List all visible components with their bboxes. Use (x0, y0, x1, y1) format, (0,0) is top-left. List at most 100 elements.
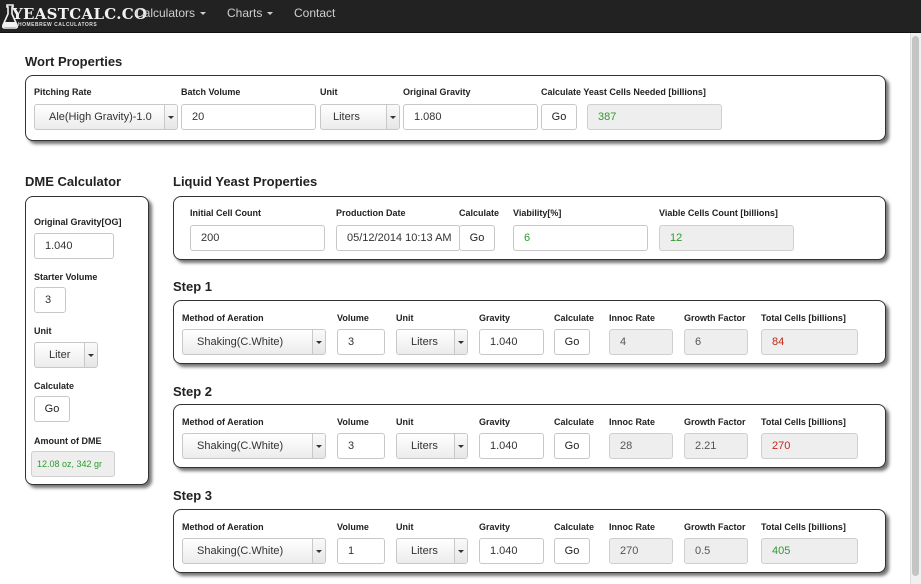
total-cells-output: 270 (761, 433, 858, 459)
gravity-label: Gravity (479, 522, 511, 532)
total-cells-label: Total Cells [billions] (761, 522, 846, 532)
wort-unit-select[interactable]: Liters (320, 104, 400, 130)
chevron-down-icon (454, 330, 467, 354)
dme-og-input[interactable]: 1.040 (34, 233, 114, 259)
unit-value: Liters (411, 545, 438, 557)
innoc-rate-label: Innoc Rate (609, 522, 656, 532)
viability-input[interactable]: 6 (513, 225, 648, 251)
pitching-rate-select[interactable]: Ale(High Gravity)-1.0 (34, 104, 178, 130)
wort-heading: Wort Properties (25, 54, 123, 69)
nav-contact-link[interactable]: Contact (294, 6, 335, 20)
caret-down-icon (267, 12, 274, 16)
total-cells-output: 84 (761, 329, 858, 355)
nav-calculators-dropdown[interactable]: Calculators (135, 6, 207, 20)
viable-cells-output: 12 (659, 225, 794, 251)
nav-contact-label: Contact (294, 6, 336, 20)
wort-unit-label: Unit (320, 87, 338, 97)
volume-input[interactable]: 3 (337, 329, 385, 355)
liquid-yeast-panel: Initial Cell Count 200 Production Date 0… (173, 196, 886, 260)
total-cells-output: 405 (761, 538, 858, 564)
viable-cells-label: Viable Cells Count [billions] (659, 208, 778, 218)
dme-heading: DME Calculator (25, 174, 122, 189)
growth-factor-label: Growth Factor (684, 313, 746, 323)
brand-logo[interactable]: YEASTCALC.CO HOMEBREW CALCULATORS (2, 3, 147, 31)
nav-charts-dropdown[interactable]: Charts (227, 6, 274, 20)
growth-factor-output: 2.21 (684, 433, 748, 459)
total-cells-label: Total Cells [billions] (761, 313, 846, 323)
initial-count-label: Initial Cell Count (190, 208, 261, 218)
wort-panel: Pitching Rate Ale(High Gravity)-1.0 Batc… (25, 75, 886, 141)
calculate-label: Calculate (554, 417, 595, 427)
volume-label: Volume (337, 313, 369, 323)
unit-select[interactable]: Liters (396, 329, 468, 355)
aeration-value: Shaking(C.White) (197, 336, 284, 348)
aeration-label: Method of Aeration (182, 417, 264, 427)
innoc-rate-label: Innoc Rate (609, 313, 656, 323)
volume-input[interactable]: 1 (337, 538, 385, 564)
starter-volume-input[interactable]: 3 (34, 287, 66, 313)
unit-label: Unit (396, 313, 414, 323)
caret-down-icon (200, 12, 207, 16)
step-go-button[interactable]: Go (554, 329, 590, 355)
dme-og-label: Original Gravity[OG] (34, 217, 122, 227)
aeration-select[interactable]: Shaking(C.White) (182, 538, 326, 564)
volume-label: Volume (337, 417, 369, 427)
step-heading: Step 1 (173, 279, 213, 294)
navbar: YEASTCALC.CO HOMEBREW CALCULATORS Calcul… (0, 0, 921, 33)
aeration-value: Shaking(C.White) (197, 440, 284, 452)
innoc-rate-label: Innoc Rate (609, 417, 656, 427)
innoc-rate-output: 4 (609, 329, 673, 355)
scrollbar-thumb[interactable] (912, 36, 919, 576)
growth-factor-label: Growth Factor (684, 417, 746, 427)
dme-panel: Original Gravity[OG] 1.040 Starter Volum… (25, 196, 149, 485)
step-panel: Method of Aeration Shaking(C.White) Volu… (173, 509, 886, 573)
chevron-down-icon (312, 539, 325, 563)
dme-unit-label: Unit (34, 326, 52, 336)
step-panel: Method of Aeration Shaking(C.White) Volu… (173, 404, 886, 468)
liquid-yeast-heading: Liquid Yeast Properties (173, 174, 318, 189)
liquid-calculate-label: Calculate (459, 208, 500, 218)
og-input[interactable]: 1.080 (403, 104, 538, 130)
wort-go-button[interactable]: Go (541, 104, 577, 130)
pitching-rate-label: Pitching Rate (34, 87, 92, 97)
liquid-go-button[interactable]: Go (459, 225, 495, 251)
initial-count-input[interactable]: 200 (190, 225, 325, 251)
chevron-down-icon (84, 343, 97, 367)
unit-select[interactable]: Liters (396, 538, 468, 564)
volume-input[interactable]: 3 (337, 433, 385, 459)
gravity-input[interactable]: 1.040 (479, 538, 544, 564)
wort-calculate-label: Calculate Yeast Cells Needed [billions] (541, 87, 706, 97)
batch-volume-input[interactable]: 20 (181, 104, 316, 130)
chevron-down-icon (454, 434, 467, 458)
gravity-input[interactable]: 1.040 (479, 433, 544, 459)
production-date-input[interactable]: 05/12/2014 10:13 AM (336, 225, 460, 251)
step-heading: Step 2 (173, 384, 213, 399)
dme-unit-value: Liter (49, 349, 71, 361)
wort-unit-value: Liters (333, 111, 360, 123)
aeration-value: Shaking(C.White) (197, 545, 284, 557)
step-go-button[interactable]: Go (554, 433, 590, 459)
dme-go-button[interactable]: Go (34, 396, 70, 422)
growth-factor-output: 0.5 (684, 538, 748, 564)
step-go-button[interactable]: Go (554, 538, 590, 564)
chevron-down-icon (454, 539, 467, 563)
growth-factor-output: 6 (684, 329, 748, 355)
nav-charts-label: Charts (227, 6, 263, 20)
chevron-down-icon (386, 105, 399, 129)
total-cells-label: Total Cells [billions] (761, 417, 846, 427)
chevron-down-icon (312, 434, 325, 458)
aeration-select[interactable]: Shaking(C.White) (182, 433, 326, 459)
pitching-rate-value: Ale(High Gravity)-1.0 (49, 111, 152, 123)
unit-select[interactable]: Liters (396, 433, 468, 459)
dme-unit-select[interactable]: Liter (34, 342, 98, 368)
unit-value: Liters (411, 440, 438, 452)
cells-needed-output: 387 (587, 104, 722, 130)
gravity-input[interactable]: 1.040 (479, 329, 544, 355)
aeration-label: Method of Aeration (182, 313, 264, 323)
step-heading: Step 3 (173, 488, 213, 503)
aeration-select[interactable]: Shaking(C.White) (182, 329, 326, 355)
calculate-label: Calculate (554, 313, 595, 323)
unit-label: Unit (396, 522, 414, 532)
dme-calculate-label: Calculate (34, 381, 75, 391)
chevron-down-icon (312, 330, 325, 354)
